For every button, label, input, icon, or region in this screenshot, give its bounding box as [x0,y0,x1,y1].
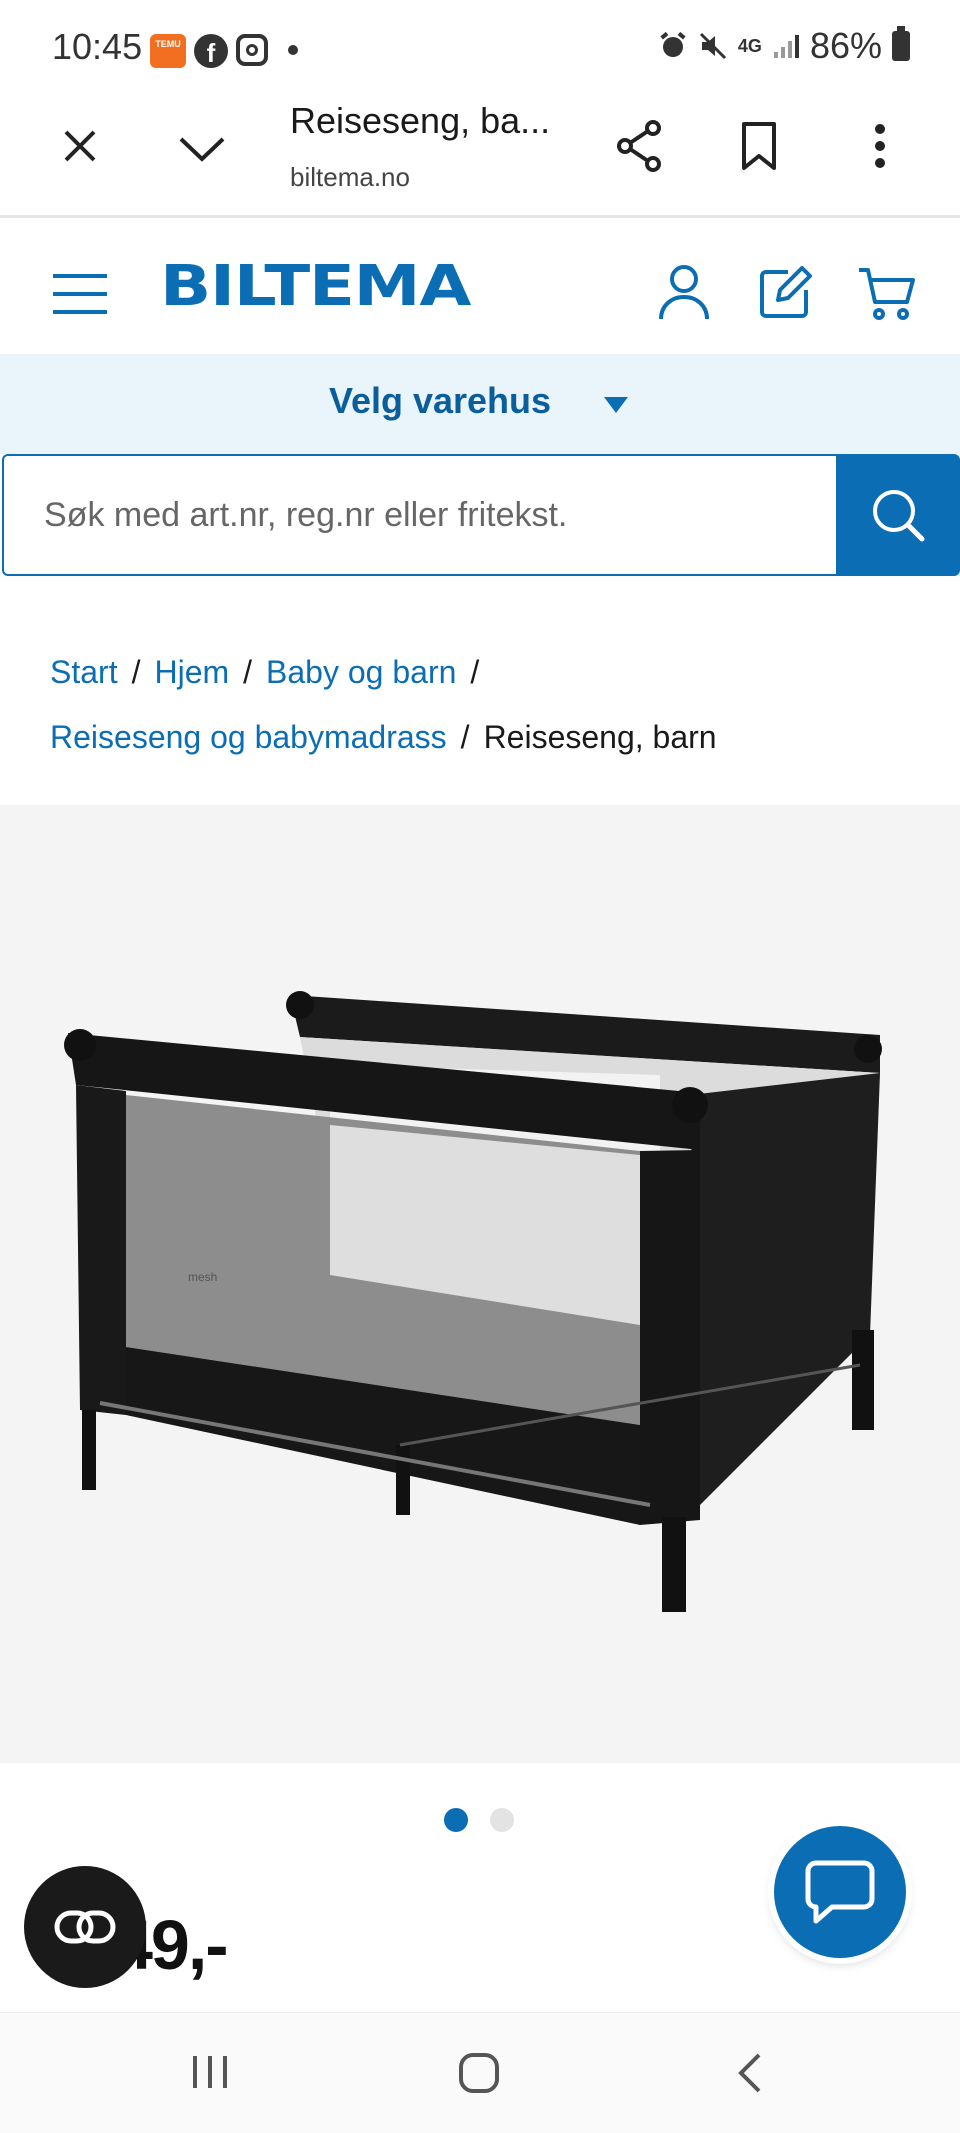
biltema-logo[interactable]: BILTEMA [160,254,471,319]
mesh-label: mesh [188,1270,217,1284]
product-image-area[interactable]: mesh [0,805,960,1763]
breadcrumb-current: Reiseseng, barn [483,719,717,755]
tab-url[interactable]: biltema.no [290,162,410,193]
breadcrumb-reiseseng-og-babymadrass[interactable]: Reiseseng og babymadrass [50,719,447,755]
edit-list-icon[interactable] [756,262,816,322]
hamburger-menu-icon[interactable] [50,270,110,318]
temu-app-icon: TEMU [150,34,186,68]
alarm-icon [660,31,686,57]
close-icon[interactable] [56,122,104,170]
battery-percent: 86% [809,25,882,66]
breadcrumb-separator: / [470,654,480,690]
instagram-icon [236,34,268,66]
link-chain-icon [54,1910,116,1944]
network-type: 4G [737,35,762,56]
user-account-icon[interactable] [656,262,712,322]
recent-apps-icon[interactable] [186,2048,234,2096]
mute-icon [699,32,726,60]
status-right: 4G 86% [658,25,910,66]
cart-icon[interactable] [856,264,916,324]
bookmark-icon[interactable] [734,118,784,174]
search-field[interactable] [2,454,836,576]
battery-icon [892,26,910,61]
search-icon [873,490,925,542]
search-button[interactable] [836,454,960,576]
status-time: 10:45 [52,26,143,67]
breadcrumb: Start / Hjem / Baby og barn / Reiseseng og bab… [50,640,930,770]
signal-icon [773,35,799,58]
dropdown-arrow-icon[interactable] [604,397,628,413]
temu-label: TEMU [155,39,181,49]
breadcrumb-separator: / [243,654,253,690]
site-header [0,220,960,354]
chat-bubble-icon [805,1860,875,1924]
carousel-dot-active[interactable] [444,1808,468,1832]
travel-cot-image[interactable]: mesh [0,805,960,1763]
notification-dot-icon [288,45,298,55]
breadcrumb-separator: / [460,719,470,755]
breadcrumb-baby-og-barn[interactable]: Baby og barn [266,654,456,690]
image-carousel-indicator [444,1808,514,1832]
home-icon[interactable] [454,2048,504,2098]
tab-title[interactable]: Reiseseng, ba... [290,100,550,142]
chevron-down-icon[interactable] [174,124,230,172]
carousel-dot[interactable] [490,1808,514,1832]
floating-action-button[interactable] [24,1866,146,1988]
share-icon[interactable] [612,118,668,174]
breadcrumb-hjem[interactable]: Hjem [154,654,229,690]
facebook-icon: f [194,34,228,68]
back-icon[interactable] [728,2048,772,2098]
more-options-icon[interactable] [862,118,898,174]
search-input[interactable] [4,456,836,574]
chat-button[interactable] [774,1826,906,1958]
breadcrumb-separator: / [131,654,141,690]
store-selector-label[interactable]: Velg varehus [0,380,880,422]
breadcrumb-start[interactable]: Start [50,654,118,690]
